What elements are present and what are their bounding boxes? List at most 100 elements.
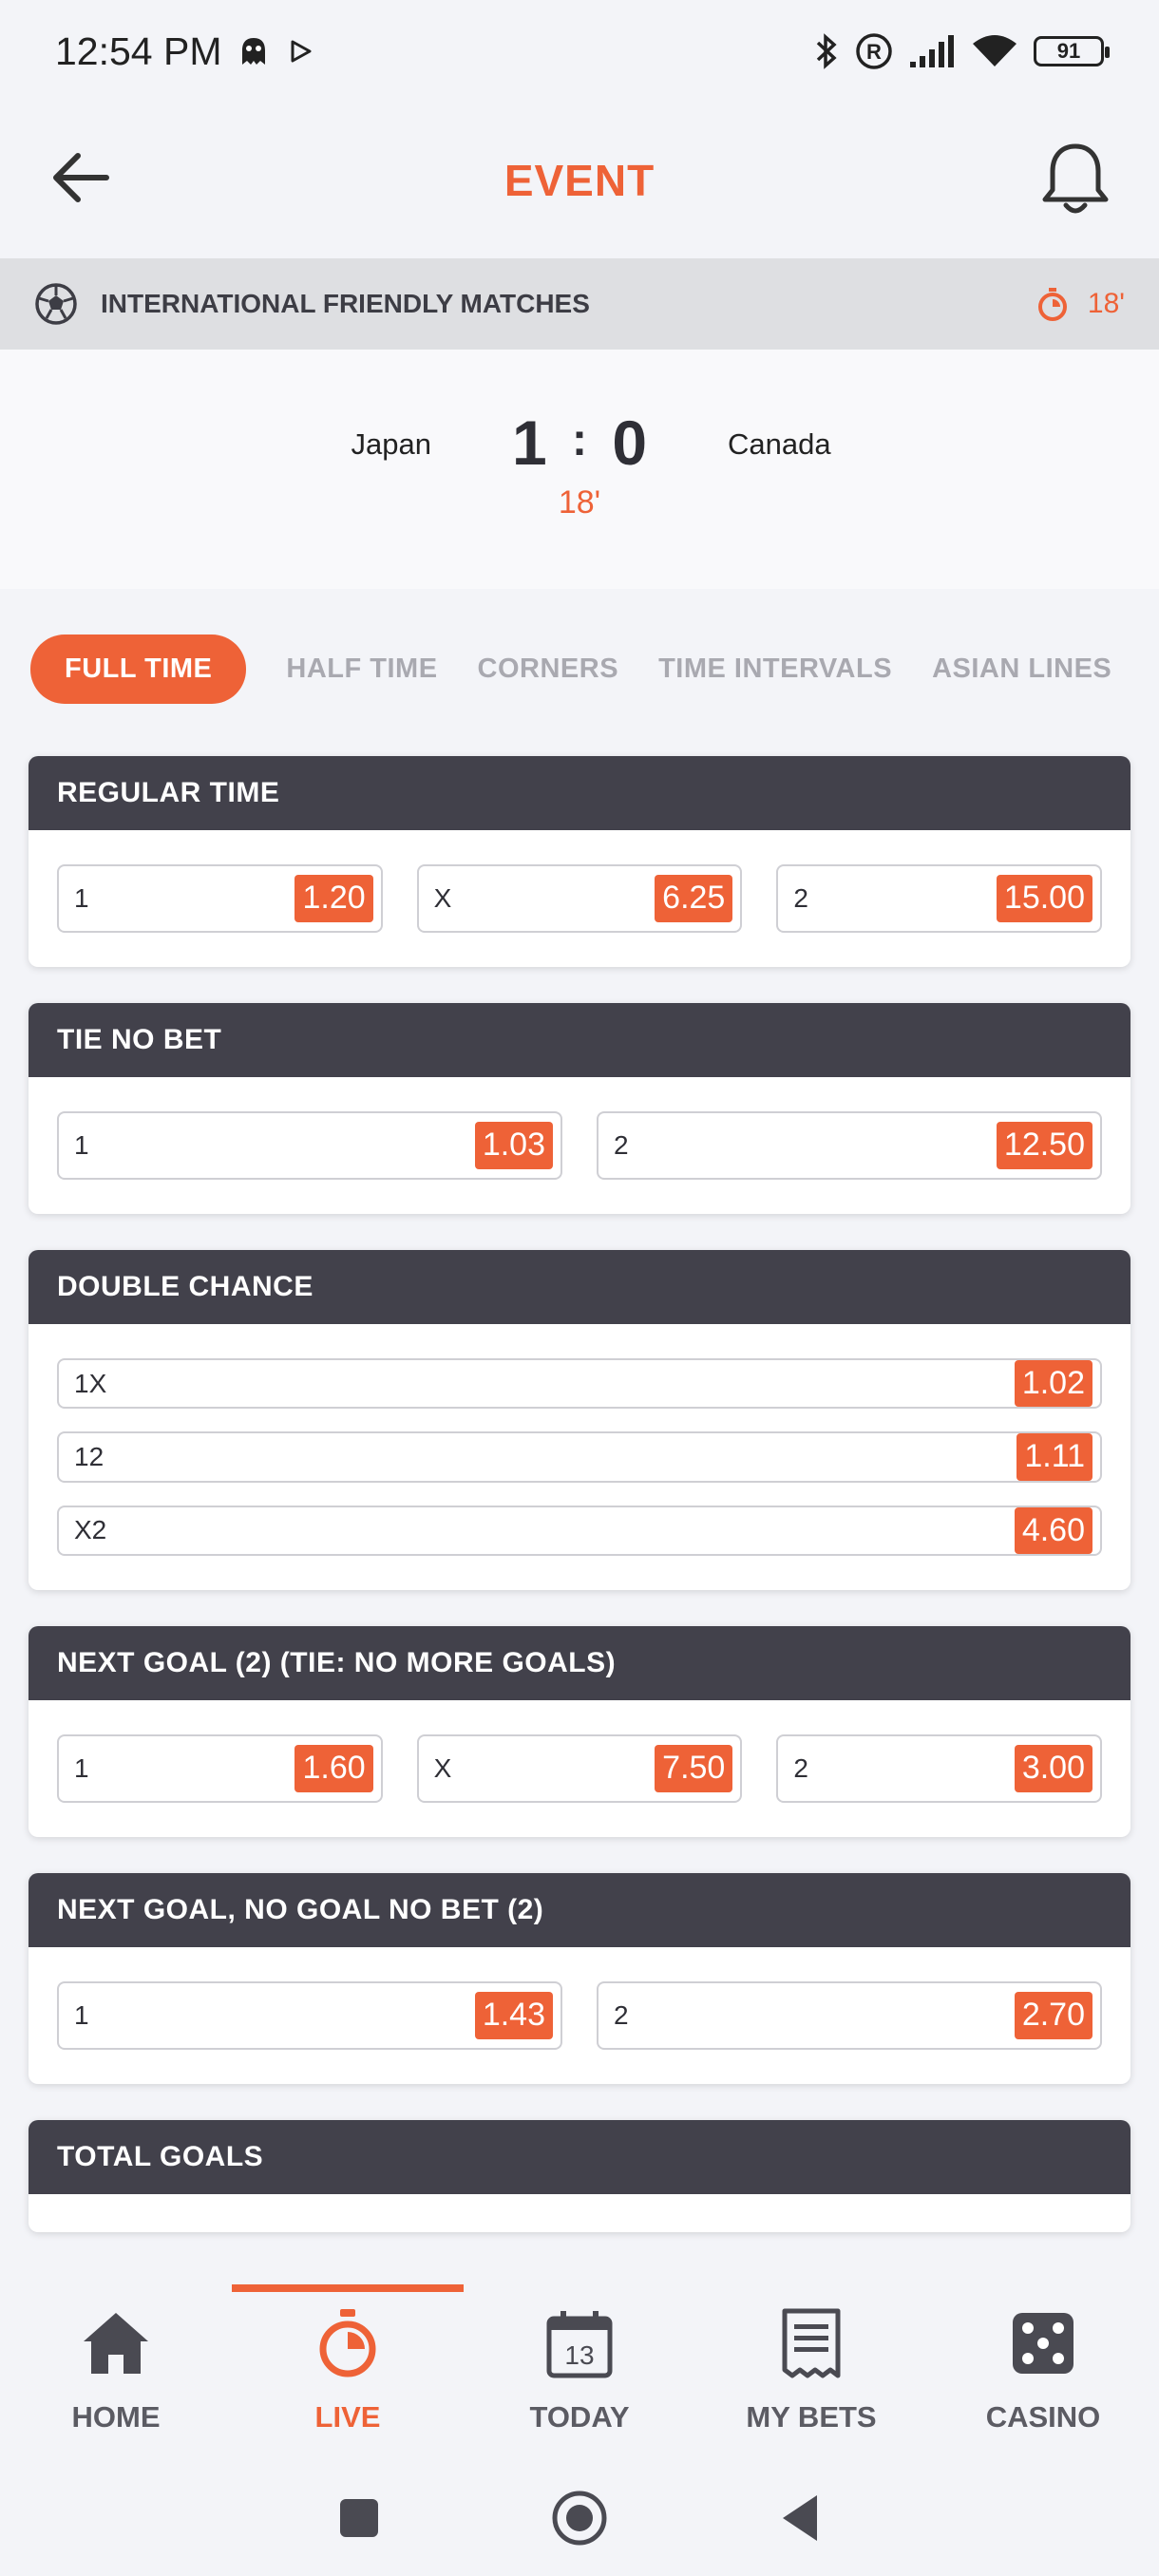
- calendar-icon: 13: [546, 2311, 613, 2378]
- odd-selection: 1: [74, 1753, 89, 1784]
- nav-live[interactable]: LIVE: [232, 2284, 464, 2460]
- wifi-icon: [973, 35, 1016, 66]
- recents-icon[interactable]: [338, 2497, 380, 2539]
- odd-selection: 1: [74, 1130, 89, 1160]
- market-title: NEXT GOAL (2) (TIE: NO MORE GOALS): [28, 1626, 1130, 1701]
- market-double-chance: DOUBLE CHANCE 1X 1.02 12 1.11 X2 4.60: [28, 1250, 1130, 1591]
- nav-today[interactable]: 13 TODAY: [464, 2284, 695, 2460]
- nav-home[interactable]: HOME: [0, 2284, 232, 2460]
- odd-button[interactable]: 1 1.60: [57, 1734, 383, 1804]
- scoreboard: Japan 1 : 0 Canada 18': [0, 350, 1159, 589]
- bet-slip-icon: [782, 2308, 841, 2378]
- nav-casino[interactable]: CASINO: [927, 2284, 1159, 2460]
- tab-asian-lines[interactable]: ASIAN LINES: [932, 653, 1112, 685]
- tab-corners[interactable]: CORNERS: [478, 653, 619, 685]
- bottom-navigation: HOME LIVE 13 TODAY MY BETS CASINO: [0, 2284, 1159, 2460]
- market-total-goals: TOTAL GOALS: [28, 2120, 1130, 2233]
- dice-icon: [1013, 2313, 1074, 2374]
- league-bar: INTERNATIONAL FRIENDLY MATCHES 18': [0, 258, 1159, 350]
- soccer-ball-icon: [35, 283, 77, 325]
- odd-selection: X: [433, 883, 452, 913]
- odd-price: 6.25: [655, 875, 733, 922]
- battery-level: 91: [1056, 39, 1081, 63]
- signal-icon: [910, 35, 954, 67]
- market-title: REGULAR TIME: [28, 756, 1130, 830]
- away-score: 0: [612, 407, 648, 478]
- odd-button[interactable]: X2 4.60: [57, 1505, 1102, 1557]
- odd-button[interactable]: 2 15.00: [776, 864, 1103, 933]
- stopwatch-icon: [319, 2309, 376, 2377]
- away-team-name: Canada: [728, 427, 831, 461]
- odd-button[interactable]: X 7.50: [416, 1734, 743, 1804]
- odd-selection: 2: [614, 1130, 629, 1160]
- home-icon: [84, 2313, 148, 2374]
- odd-selection: 12: [74, 1442, 104, 1472]
- score-separator: :: [572, 415, 587, 465]
- nav-label: HOME: [71, 2400, 161, 2434]
- tab-time-intervals[interactable]: TIME INTERVALS: [658, 653, 892, 685]
- bluetooth-icon: [816, 33, 837, 69]
- league-minute: 18': [1087, 288, 1125, 319]
- odd-button[interactable]: 2 2.70: [597, 1981, 1102, 2051]
- status-time: 12:54 PM: [55, 28, 222, 73]
- odd-button[interactable]: X 6.25: [416, 864, 743, 933]
- tab-full-time[interactable]: FULL TIME: [30, 634, 247, 704]
- market-next-goal: NEXT GOAL (2) (TIE: NO MORE GOALS) 1 1.6…: [28, 1626, 1130, 1838]
- odd-price: 15.00: [996, 875, 1093, 922]
- odd-button[interactable]: 2 3.00: [776, 1734, 1103, 1804]
- odd-price: 1.03: [474, 1122, 553, 1169]
- home-system-icon[interactable]: [551, 2490, 608, 2547]
- page-title: EVENT: [504, 156, 656, 205]
- match-score: 1 : 0: [0, 407, 1159, 479]
- market-title: TOTAL GOALS: [28, 2120, 1130, 2195]
- odd-button[interactable]: 1X 1.02: [57, 1358, 1102, 1410]
- nav-label: MY BETS: [746, 2400, 877, 2434]
- back-arrow-icon[interactable]: [48, 144, 114, 211]
- market-tabs: FULL TIME HALF TIME CORNERS TIME INTERVA…: [0, 589, 1159, 748]
- odd-price: 2.70: [1014, 1992, 1092, 2039]
- odd-price: 1.60: [294, 1745, 373, 1792]
- odd-selection: 2: [793, 883, 808, 913]
- market-next-goal-no-bet: NEXT GOAL, NO GOAL NO BET (2) 1 1.43 2 2…: [28, 1873, 1130, 2085]
- league-timer: 18': [1036, 286, 1125, 322]
- odd-button[interactable]: 1 1.03: [57, 1111, 562, 1180]
- market-title: NEXT GOAL, NO GOAL NO BET (2): [28, 1873, 1130, 1948]
- status-bar: 12:54 PM R 91: [0, 0, 1159, 103]
- app-header: EVENT: [0, 103, 1159, 258]
- home-score: 1: [511, 407, 547, 478]
- nav-label: CASINO: [985, 2400, 1101, 2434]
- odd-selection: 2: [614, 2000, 629, 2031]
- odd-button[interactable]: 1 1.43: [57, 1981, 562, 2051]
- match-minute: 18': [558, 484, 601, 521]
- ghost-notification-icon: [241, 38, 265, 65]
- odd-price: 3.00: [1014, 1745, 1093, 1792]
- market-tie-no-bet: TIE NO BET 1 1.03 2 12.50: [28, 1003, 1130, 1214]
- odd-price: 1.43: [474, 1992, 553, 2039]
- play-store-icon: [291, 40, 311, 63]
- market-title: TIE NO BET: [28, 1003, 1130, 1077]
- odd-price: 1.11: [1016, 1433, 1092, 1481]
- back-system-icon[interactable]: [779, 2493, 821, 2543]
- odd-price: 1.02: [1014, 1360, 1092, 1408]
- odd-selection: 1: [74, 883, 89, 913]
- nav-label: LIVE: [314, 2400, 381, 2434]
- nav-label: TODAY: [529, 2400, 630, 2434]
- nav-my-bets[interactable]: MY BETS: [695, 2284, 927, 2460]
- odd-button[interactable]: 12 1.11: [57, 1431, 1102, 1483]
- league-name: INTERNATIONAL FRIENDLY MATCHES: [101, 289, 590, 318]
- markets-list: REGULAR TIME 1 1.20 X 6.25 2 15.00 TIE N…: [28, 756, 1130, 2268]
- market-title: DOUBLE CHANCE: [28, 1250, 1130, 1324]
- odd-selection: 1X: [74, 1368, 107, 1398]
- stopwatch-icon: [1037, 288, 1067, 321]
- tab-half-time[interactable]: HALF TIME: [286, 653, 437, 685]
- bell-icon[interactable]: [1039, 141, 1112, 217]
- odd-button[interactable]: 1 1.20: [57, 864, 383, 933]
- system-navigation-bar: [0, 2460, 1159, 2576]
- odd-price: 7.50: [655, 1745, 733, 1792]
- odd-button[interactable]: 2 12.50: [597, 1111, 1102, 1180]
- odd-selection: 1: [74, 2000, 89, 2031]
- battery-indicator: 91: [1034, 36, 1110, 66]
- odd-price: 4.60: [1014, 1506, 1092, 1555]
- odd-selection: 2: [793, 1753, 808, 1784]
- odd-selection: X: [433, 1753, 452, 1784]
